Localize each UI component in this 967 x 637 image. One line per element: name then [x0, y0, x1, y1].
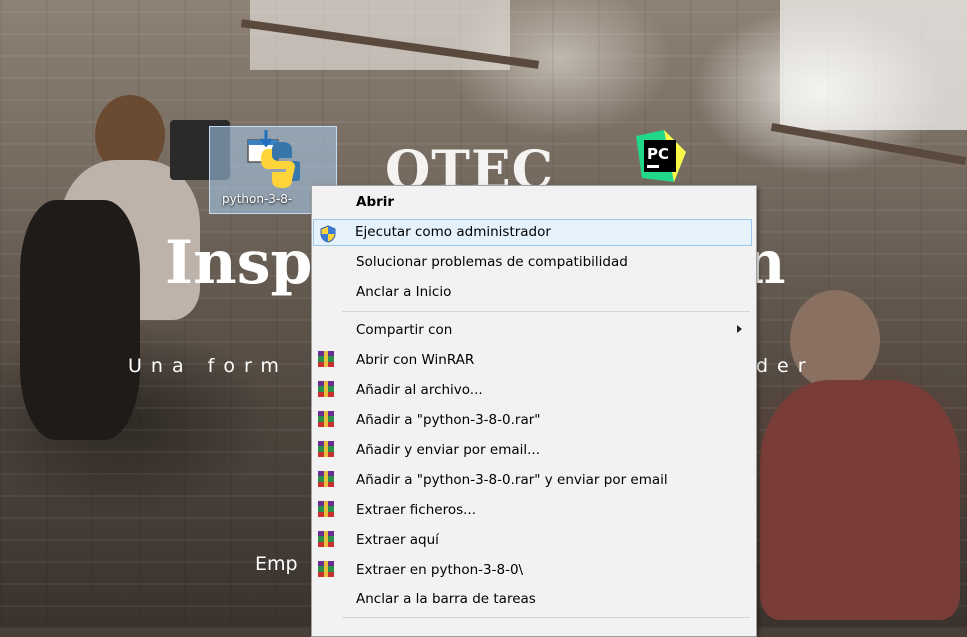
desktop-icon-label: python-3-8-: [222, 192, 293, 206]
menu-item-anadir-y-enviar[interactable]: Añadir y enviar por email...: [314, 437, 752, 464]
winrar-icon: [318, 351, 334, 367]
pycharm-icon: PC: [636, 130, 686, 182]
menu-separator: [342, 617, 750, 618]
menu-item-ejecutar-como-administrador[interactable]: Ejecutar como administrador: [313, 219, 752, 246]
menu-item-anclar-barra-tareas[interactable]: Anclar a la barra de tareas: [314, 586, 752, 613]
menu-item-label: Solucionar problemas de compatibilidad: [356, 254, 628, 270]
winrar-icon: [318, 411, 334, 427]
menu-item-label: Anclar a la barra de tareas: [356, 591, 536, 607]
background-subtitle-start: Una form: [128, 355, 288, 377]
winrar-icon: [318, 561, 334, 577]
menu-item-compartir-con[interactable]: Compartir con: [314, 317, 752, 344]
menu-item-extraer-en-carpeta[interactable]: Extraer en python-3-8-0\: [314, 557, 752, 584]
background-subtitle-end: der: [756, 355, 815, 377]
menu-item-label: Ejecutar como administrador: [355, 224, 551, 240]
submenu-arrow-icon: [737, 325, 742, 333]
window-light: [780, 0, 967, 130]
menu-item-label: Añadir a "python-3-8-0.rar" y enviar por…: [356, 472, 668, 488]
menu-item-label: Extraer en python-3-8-0\: [356, 562, 524, 578]
menu-item-label: Anclar a Inicio: [356, 284, 452, 300]
menu-item-label: Compartir con: [356, 322, 453, 338]
menu-separator: [342, 311, 750, 312]
python-installer-icon: [247, 130, 300, 188]
winrar-icon: [318, 531, 334, 547]
shield-icon: [320, 225, 336, 243]
menu-item-solucionar-problemas[interactable]: Solucionar problemas de compatibilidad: [314, 249, 752, 276]
winrar-icon: [318, 501, 334, 517]
menu-item-abrir[interactable]: Abrir: [314, 189, 752, 216]
winrar-icon: [318, 381, 334, 397]
context-menu: Abrir Ejecutar como administrador Soluci…: [311, 185, 757, 637]
menu-item-anclar-a-inicio[interactable]: Anclar a Inicio: [314, 279, 752, 306]
menu-item-extraer-aqui[interactable]: Extraer aquí: [314, 527, 752, 554]
menu-item-extraer-ficheros[interactable]: Extraer ficheros...: [314, 497, 752, 524]
svg-text:PC: PC: [647, 145, 669, 163]
office-chair: [20, 200, 140, 440]
menu-item-label: Extraer ficheros...: [356, 502, 476, 518]
person-silhouette: [760, 380, 960, 620]
winrar-icon: [318, 471, 334, 487]
menu-item-anadir-al-archivo[interactable]: Añadir al archivo...: [314, 377, 752, 404]
menu-item-anadir-a-rar[interactable]: Añadir a "python-3-8-0.rar": [314, 407, 752, 434]
background-footer-text: Emp: [255, 553, 298, 575]
desktop-icon-pycharm[interactable]: PC: [634, 130, 686, 182]
menu-item-abrir-con-winrar[interactable]: Abrir con WinRAR: [314, 347, 752, 374]
menu-item-label: Abrir: [356, 194, 395, 210]
menu-item-label: Añadir al archivo...: [356, 382, 483, 398]
menu-item-anadir-rar-y-enviar[interactable]: Añadir a "python-3-8-0.rar" y enviar por…: [314, 467, 752, 494]
background-title-inspi: Inspi: [165, 228, 336, 298]
menu-item-label: Añadir a "python-3-8-0.rar": [356, 412, 541, 428]
menu-item-label: Extraer aquí: [356, 532, 439, 548]
menu-item-label: Añadir y enviar por email...: [356, 442, 540, 458]
winrar-icon: [318, 441, 334, 457]
menu-item-label: Abrir con WinRAR: [356, 352, 475, 368]
